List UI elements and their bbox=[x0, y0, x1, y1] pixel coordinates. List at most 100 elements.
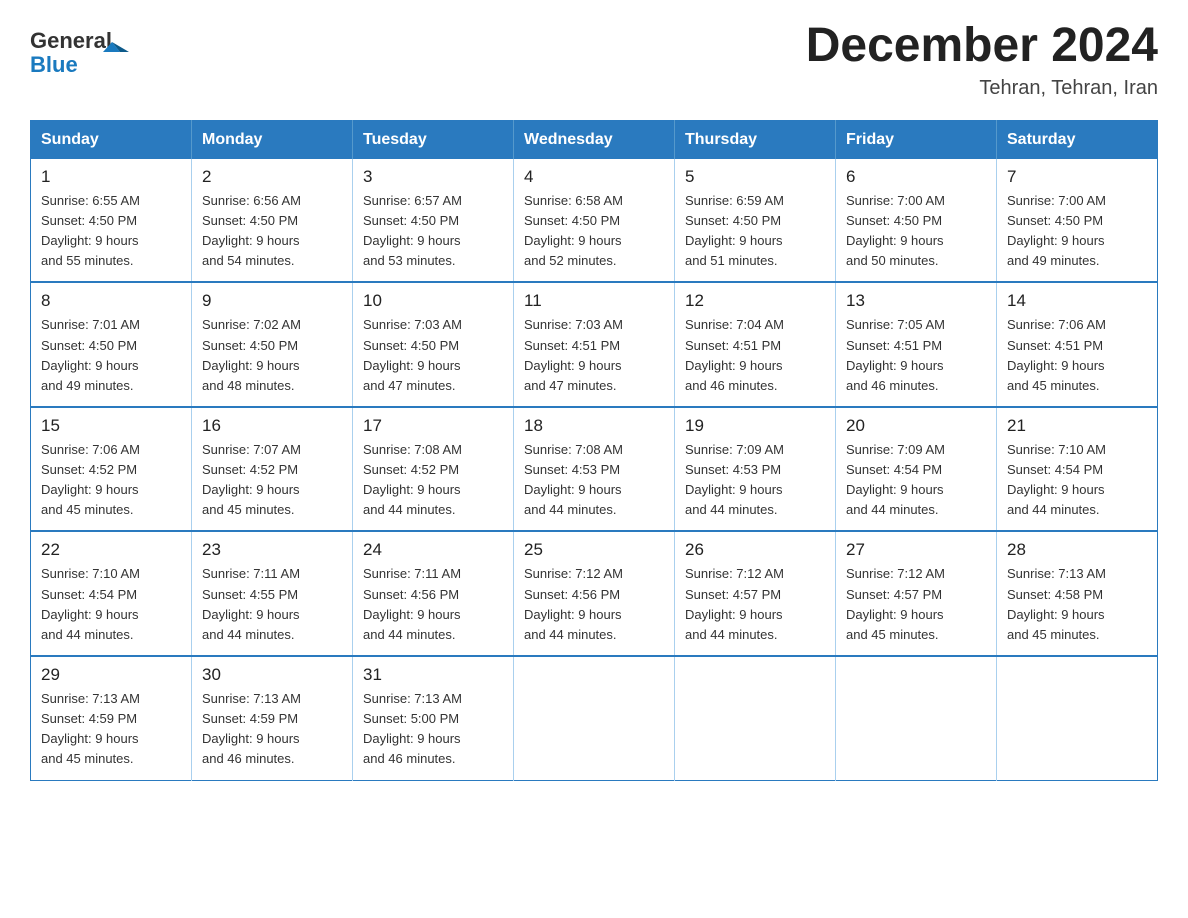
calendar-day-cell: 14 Sunrise: 7:06 AM Sunset: 4:51 PM Dayl… bbox=[997, 282, 1158, 407]
calendar-week-row: 8 Sunrise: 7:01 AM Sunset: 4:50 PM Dayli… bbox=[31, 282, 1158, 407]
weekday-header-thursday: Thursday bbox=[675, 120, 836, 159]
day-number: 6 bbox=[846, 167, 986, 187]
day-info: Sunrise: 7:09 AM Sunset: 4:54 PM Dayligh… bbox=[846, 440, 986, 521]
day-number: 9 bbox=[202, 291, 342, 311]
day-info: Sunrise: 7:09 AM Sunset: 4:53 PM Dayligh… bbox=[685, 440, 825, 521]
day-number: 22 bbox=[41, 540, 181, 560]
calendar-day-cell: 12 Sunrise: 7:04 AM Sunset: 4:51 PM Dayl… bbox=[675, 282, 836, 407]
calendar-day-cell: 28 Sunrise: 7:13 AM Sunset: 4:58 PM Dayl… bbox=[997, 531, 1158, 656]
day-info: Sunrise: 7:12 AM Sunset: 4:57 PM Dayligh… bbox=[846, 564, 986, 645]
calendar-day-cell: 13 Sunrise: 7:05 AM Sunset: 4:51 PM Dayl… bbox=[836, 282, 997, 407]
calendar-day-cell: 22 Sunrise: 7:10 AM Sunset: 4:54 PM Dayl… bbox=[31, 531, 192, 656]
calendar-day-cell: 30 Sunrise: 7:13 AM Sunset: 4:59 PM Dayl… bbox=[192, 656, 353, 780]
svg-text:General: General bbox=[30, 28, 112, 53]
calendar-day-cell: 24 Sunrise: 7:11 AM Sunset: 4:56 PM Dayl… bbox=[353, 531, 514, 656]
month-title: December 2024 bbox=[806, 20, 1158, 73]
weekday-header-monday: Monday bbox=[192, 120, 353, 159]
day-number: 29 bbox=[41, 665, 181, 685]
calendar-day-cell: 7 Sunrise: 7:00 AM Sunset: 4:50 PM Dayli… bbox=[997, 159, 1158, 283]
day-info: Sunrise: 7:04 AM Sunset: 4:51 PM Dayligh… bbox=[685, 315, 825, 396]
calendar-day-cell: 5 Sunrise: 6:59 AM Sunset: 4:50 PM Dayli… bbox=[675, 159, 836, 283]
day-number: 23 bbox=[202, 540, 342, 560]
weekday-header-tuesday: Tuesday bbox=[353, 120, 514, 159]
day-info: Sunrise: 6:56 AM Sunset: 4:50 PM Dayligh… bbox=[202, 191, 342, 272]
calendar-header-row: SundayMondayTuesdayWednesdayThursdayFrid… bbox=[31, 120, 1158, 159]
calendar-day-cell: 29 Sunrise: 7:13 AM Sunset: 4:59 PM Dayl… bbox=[31, 656, 192, 780]
calendar-day-cell: 26 Sunrise: 7:12 AM Sunset: 4:57 PM Dayl… bbox=[675, 531, 836, 656]
calendar-table: SundayMondayTuesdayWednesdayThursdayFrid… bbox=[30, 120, 1158, 781]
day-number: 13 bbox=[846, 291, 986, 311]
day-number: 11 bbox=[524, 291, 664, 311]
calendar-day-cell: 27 Sunrise: 7:12 AM Sunset: 4:57 PM Dayl… bbox=[836, 531, 997, 656]
day-number: 12 bbox=[685, 291, 825, 311]
day-number: 19 bbox=[685, 416, 825, 436]
day-number: 8 bbox=[41, 291, 181, 311]
day-info: Sunrise: 7:12 AM Sunset: 4:57 PM Dayligh… bbox=[685, 564, 825, 645]
calendar-day-cell: 4 Sunrise: 6:58 AM Sunset: 4:50 PM Dayli… bbox=[514, 159, 675, 283]
day-info: Sunrise: 7:06 AM Sunset: 4:51 PM Dayligh… bbox=[1007, 315, 1147, 396]
calendar-day-cell: 6 Sunrise: 7:00 AM Sunset: 4:50 PM Dayli… bbox=[836, 159, 997, 283]
calendar-day-cell: 10 Sunrise: 7:03 AM Sunset: 4:50 PM Dayl… bbox=[353, 282, 514, 407]
day-info: Sunrise: 7:03 AM Sunset: 4:50 PM Dayligh… bbox=[363, 315, 503, 396]
calendar-day-cell: 21 Sunrise: 7:10 AM Sunset: 4:54 PM Dayl… bbox=[997, 407, 1158, 532]
day-number: 7 bbox=[1007, 167, 1147, 187]
day-number: 14 bbox=[1007, 291, 1147, 311]
day-number: 24 bbox=[363, 540, 503, 560]
day-info: Sunrise: 7:13 AM Sunset: 5:00 PM Dayligh… bbox=[363, 689, 503, 770]
day-number: 20 bbox=[846, 416, 986, 436]
day-info: Sunrise: 6:58 AM Sunset: 4:50 PM Dayligh… bbox=[524, 191, 664, 272]
day-number: 28 bbox=[1007, 540, 1147, 560]
day-info: Sunrise: 7:11 AM Sunset: 4:55 PM Dayligh… bbox=[202, 564, 342, 645]
calendar-day-cell: 15 Sunrise: 7:06 AM Sunset: 4:52 PM Dayl… bbox=[31, 407, 192, 532]
day-number: 2 bbox=[202, 167, 342, 187]
day-info: Sunrise: 7:07 AM Sunset: 4:52 PM Dayligh… bbox=[202, 440, 342, 521]
calendar-day-cell: 25 Sunrise: 7:12 AM Sunset: 4:56 PM Dayl… bbox=[514, 531, 675, 656]
day-info: Sunrise: 7:01 AM Sunset: 4:50 PM Dayligh… bbox=[41, 315, 181, 396]
day-info: Sunrise: 7:13 AM Sunset: 4:58 PM Dayligh… bbox=[1007, 564, 1147, 645]
day-number: 21 bbox=[1007, 416, 1147, 436]
logo: General Blue bbox=[30, 20, 140, 85]
calendar-week-row: 1 Sunrise: 6:55 AM Sunset: 4:50 PM Dayli… bbox=[31, 159, 1158, 283]
calendar-day-cell: 8 Sunrise: 7:01 AM Sunset: 4:50 PM Dayli… bbox=[31, 282, 192, 407]
day-info: Sunrise: 6:59 AM Sunset: 4:50 PM Dayligh… bbox=[685, 191, 825, 272]
day-number: 10 bbox=[363, 291, 503, 311]
day-number: 26 bbox=[685, 540, 825, 560]
day-info: Sunrise: 7:02 AM Sunset: 4:50 PM Dayligh… bbox=[202, 315, 342, 396]
calendar-day-cell: 17 Sunrise: 7:08 AM Sunset: 4:52 PM Dayl… bbox=[353, 407, 514, 532]
location: Tehran, Tehran, Iran bbox=[806, 77, 1158, 100]
calendar-empty-cell bbox=[997, 656, 1158, 780]
day-info: Sunrise: 7:05 AM Sunset: 4:51 PM Dayligh… bbox=[846, 315, 986, 396]
svg-text:Blue: Blue bbox=[30, 52, 78, 77]
calendar-day-cell: 1 Sunrise: 6:55 AM Sunset: 4:50 PM Dayli… bbox=[31, 159, 192, 283]
day-number: 18 bbox=[524, 416, 664, 436]
calendar-day-cell: 3 Sunrise: 6:57 AM Sunset: 4:50 PM Dayli… bbox=[353, 159, 514, 283]
weekday-header-wednesday: Wednesday bbox=[514, 120, 675, 159]
day-info: Sunrise: 7:08 AM Sunset: 4:52 PM Dayligh… bbox=[363, 440, 503, 521]
day-number: 30 bbox=[202, 665, 342, 685]
day-info: Sunrise: 7:10 AM Sunset: 4:54 PM Dayligh… bbox=[41, 564, 181, 645]
calendar-day-cell: 16 Sunrise: 7:07 AM Sunset: 4:52 PM Dayl… bbox=[192, 407, 353, 532]
title-block: December 2024 Tehran, Tehran, Iran bbox=[806, 20, 1158, 100]
calendar-day-cell: 19 Sunrise: 7:09 AM Sunset: 4:53 PM Dayl… bbox=[675, 407, 836, 532]
calendar-week-row: 29 Sunrise: 7:13 AM Sunset: 4:59 PM Dayl… bbox=[31, 656, 1158, 780]
calendar-day-cell: 2 Sunrise: 6:56 AM Sunset: 4:50 PM Dayli… bbox=[192, 159, 353, 283]
day-number: 5 bbox=[685, 167, 825, 187]
day-info: Sunrise: 7:12 AM Sunset: 4:56 PM Dayligh… bbox=[524, 564, 664, 645]
calendar-empty-cell bbox=[514, 656, 675, 780]
day-info: Sunrise: 6:55 AM Sunset: 4:50 PM Dayligh… bbox=[41, 191, 181, 272]
day-info: Sunrise: 7:08 AM Sunset: 4:53 PM Dayligh… bbox=[524, 440, 664, 521]
day-number: 16 bbox=[202, 416, 342, 436]
calendar-week-row: 22 Sunrise: 7:10 AM Sunset: 4:54 PM Dayl… bbox=[31, 531, 1158, 656]
weekday-header-saturday: Saturday bbox=[997, 120, 1158, 159]
day-number: 1 bbox=[41, 167, 181, 187]
calendar-day-cell: 9 Sunrise: 7:02 AM Sunset: 4:50 PM Dayli… bbox=[192, 282, 353, 407]
logo-icon: General Blue bbox=[30, 20, 140, 80]
day-info: Sunrise: 7:03 AM Sunset: 4:51 PM Dayligh… bbox=[524, 315, 664, 396]
day-info: Sunrise: 7:11 AM Sunset: 4:56 PM Dayligh… bbox=[363, 564, 503, 645]
calendar-day-cell: 23 Sunrise: 7:11 AM Sunset: 4:55 PM Dayl… bbox=[192, 531, 353, 656]
calendar-week-row: 15 Sunrise: 7:06 AM Sunset: 4:52 PM Dayl… bbox=[31, 407, 1158, 532]
day-number: 4 bbox=[524, 167, 664, 187]
day-info: Sunrise: 7:13 AM Sunset: 4:59 PM Dayligh… bbox=[41, 689, 181, 770]
day-number: 27 bbox=[846, 540, 986, 560]
calendar-day-cell: 11 Sunrise: 7:03 AM Sunset: 4:51 PM Dayl… bbox=[514, 282, 675, 407]
